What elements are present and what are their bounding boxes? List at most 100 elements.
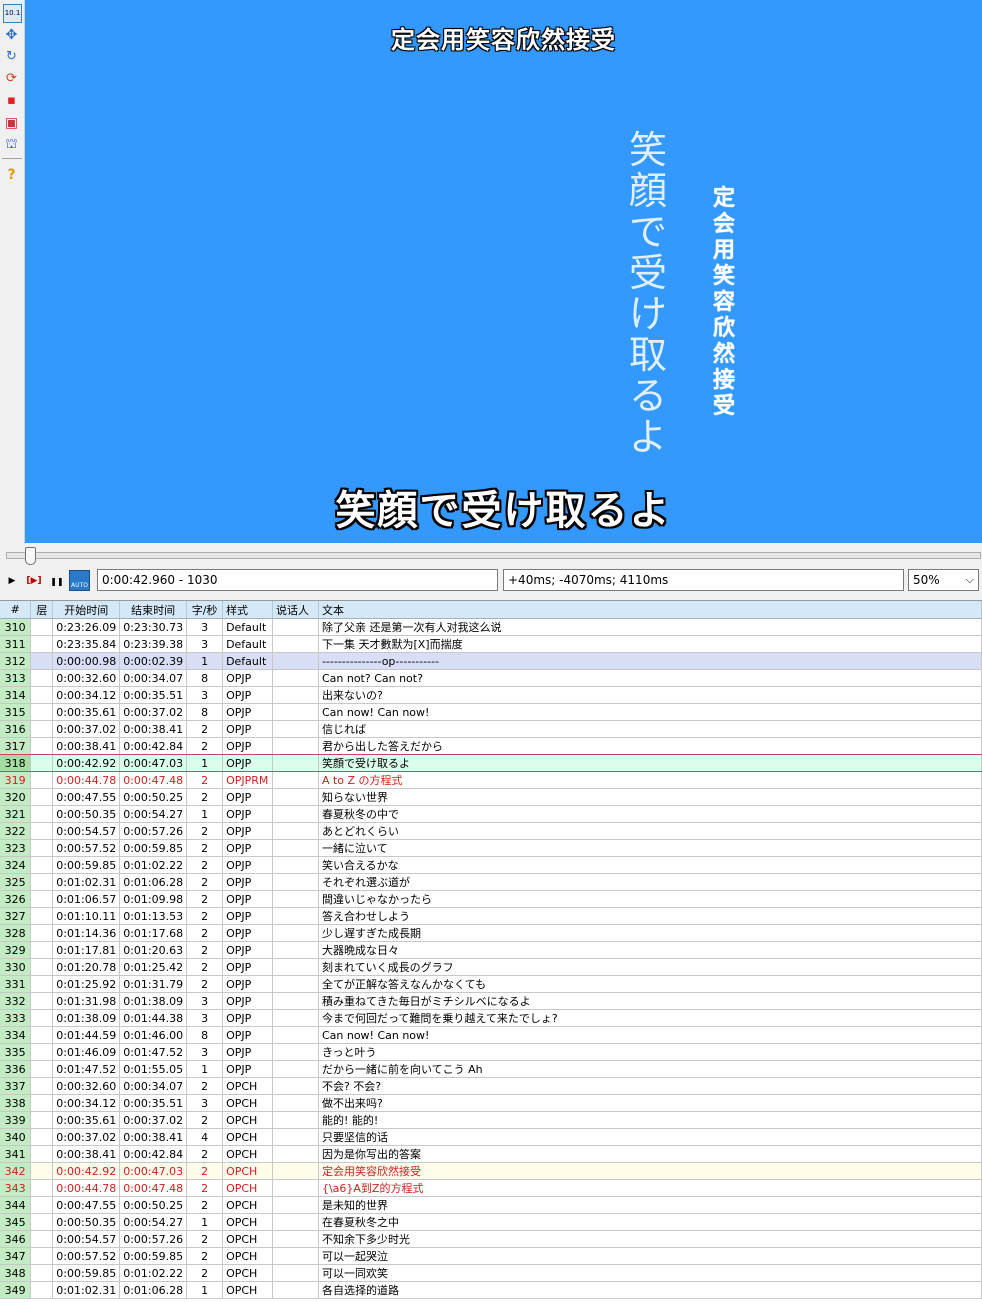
table-row[interactable]: 330 0:01:20.78 0:01:25.42 2 OPJP 刻まれていく成長のグラフ (0, 958, 982, 976)
standard-tool-icon[interactable]: 10.1 (3, 4, 22, 23)
table-row[interactable]: 326 0:01:06.57 0:01:09.98 2 OPJP 間違いじゃなかったら (0, 890, 982, 908)
rotate-z-icon[interactable]: ↻ (3, 48, 20, 65)
time-frame-field[interactable]: 0:00:42.960 - 1030 (97, 569, 498, 591)
table-row[interactable]: 348 0:00:59.85 0:01:02.22 2 OPCH 可以一同欢笑 (0, 1264, 982, 1282)
table-row[interactable]: 339 0:00:35.61 0:00:37.02 2 OPCH 能的! 能的! (0, 1111, 982, 1129)
cell-number: 325 (0, 873, 32, 891)
table-row[interactable]: 310 0:23:26.09 0:23:30.73 3 Default 除了父亲 还是第一… (0, 618, 982, 636)
table-row[interactable]: 322 0:00:54.57 0:00:57.26 2 OPJP あとどれくらい (0, 822, 982, 840)
table-row[interactable]: 318 0:00:42.92 0:00:47.03 1 OPJP 笑顔で受け取るよ (0, 754, 982, 772)
table-row[interactable]: 320 0:00:47.55 0:00:50.25 2 OPJP 知らない世界 (0, 788, 982, 806)
cell-layer (30, 1128, 54, 1146)
header-text[interactable]: 文本 (318, 601, 982, 619)
table-row[interactable]: 333 0:01:38.09 0:01:44.38 3 OPJP 今まで何回だって難問を乗… (0, 1009, 982, 1027)
time-offsets-field[interactable]: +40ms; -4070ms; 4110ms (503, 569, 904, 591)
cell-layer (30, 924, 54, 942)
vertical-cn-char: 容 (712, 289, 735, 315)
table-row[interactable]: 349 0:01:02.31 0:01:06.28 1 OPCH 各自选择的道路 (0, 1281, 982, 1299)
table-row[interactable]: 315 0:00:35.61 0:00:37.02 8 OPJP Can now! Can… (0, 703, 982, 721)
header-cps[interactable]: 字/秒 (186, 601, 224, 619)
seek-thumb[interactable] (25, 547, 37, 565)
table-row[interactable]: 311 0:23:35.84 0:23:39.38 3 Default 下一集 天才數默为… (0, 635, 982, 653)
cell-actor (272, 1264, 319, 1282)
table-row[interactable]: 345 0:00:50.35 0:00:54.27 1 OPCH 在春夏秋冬之中 (0, 1213, 982, 1231)
cell-text: A to Z の方程式 (318, 771, 982, 789)
table-row[interactable]: 337 0:00:32.60 0:00:34.07 2 OPCH 不会? 不会? (0, 1077, 982, 1095)
table-row[interactable]: 324 0:00:59.85 0:01:02.22 2 OPJP 笑い合えるかな (0, 856, 982, 874)
table-row[interactable]: 329 0:01:17.81 0:01:20.63 2 OPJP 大器晩成な日々 (0, 941, 982, 959)
auto-scroll-toggle[interactable]: AUTO (69, 570, 90, 591)
cell-style: OPCH (222, 1281, 274, 1299)
cell-layer (30, 1111, 54, 1129)
table-row[interactable]: 327 0:01:10.11 0:01:13.53 2 OPJP 答え合わせしよう (0, 907, 982, 925)
table-row[interactable]: 314 0:00:34.12 0:00:35.51 3 OPJP 出来ないの? (0, 686, 982, 704)
header-number[interactable]: # (0, 601, 32, 619)
help-icon[interactable]: ? (3, 166, 20, 183)
table-row[interactable]: 316 0:00:37.02 0:00:38.41 2 OPJP 信じれば (0, 720, 982, 738)
cell-start-time: 0:00:57.52 (52, 1247, 121, 1265)
cell-cps: 2 (186, 975, 224, 993)
cell-style: OPJP (222, 992, 274, 1010)
cell-cps: 2 (186, 1230, 224, 1248)
table-row[interactable]: 342 0:00:42.92 0:00:47.03 2 OPCH 定会用笑容欣然接受 (0, 1162, 982, 1180)
header-start-time[interactable]: 开始时间 (52, 601, 121, 619)
table-row[interactable]: 312 0:00:00.98 0:00:02.39 1 Default ---------… (0, 652, 982, 670)
video-preview[interactable]: 定会用笑容欣然接受 笑顔で受け取るよ 定会用笑容欣然接受 笑顔で受け取るよ (25, 0, 982, 543)
table-row[interactable]: 331 0:01:25.92 0:01:31.79 2 OPJP 全てが正解な答えなんかな… (0, 975, 982, 993)
table-row[interactable]: 317 0:00:38.41 0:00:42.84 2 OPJP 君から出した答えだから (0, 737, 982, 755)
cell-end-time: 0:00:47.48 (119, 771, 188, 789)
cell-start-time: 0:00:38.41 (52, 737, 121, 755)
table-row[interactable]: 343 0:00:44.78 0:00:47.48 2 OPCH {\a6}A到Z的方程式 (0, 1179, 982, 1197)
cell-style: Default (222, 652, 274, 670)
cell-start-time: 0:00:47.55 (52, 788, 121, 806)
cell-layer (30, 1196, 54, 1214)
cell-number: 312 (0, 652, 32, 670)
table-row[interactable]: 323 0:00:57.52 0:00:59.85 2 OPJP 一緒に泣いて (0, 839, 982, 857)
table-row[interactable]: 328 0:01:14.36 0:01:17.68 2 OPJP 少し遅すぎた成長期 (0, 924, 982, 942)
cell-text: 春夏秋冬の中で (318, 805, 982, 823)
header-style[interactable]: 样式 (222, 601, 274, 619)
cell-cps: 1 (186, 1213, 224, 1231)
cell-cps: 1 (186, 754, 224, 772)
cell-style: OPJP (222, 1060, 274, 1078)
table-row[interactable]: 338 0:00:34.12 0:00:35.51 3 OPCH 做不出来吗? (0, 1094, 982, 1112)
cell-layer (30, 703, 54, 721)
seek-bar[interactable] (0, 543, 982, 568)
table-row[interactable]: 313 0:00:32.60 0:00:34.07 8 OPJP Can not? Can… (0, 669, 982, 687)
pause-icon[interactable]: ❚❚ (50, 574, 64, 588)
play-icon[interactable]: ▶ (6, 574, 18, 588)
cell-cps: 3 (186, 1043, 224, 1061)
zoom-dropdown[interactable]: 50% ⌵ (908, 569, 979, 591)
cell-number: 313 (0, 669, 32, 687)
cell-text: {\a6}A到Z的方程式 (318, 1179, 982, 1197)
header-end-time[interactable]: 结束时间 (119, 601, 188, 619)
table-row[interactable]: 332 0:01:31.98 0:01:38.09 3 OPJP 積み重ねてきた毎日がミチ… (0, 992, 982, 1010)
scale-icon[interactable]: ▪ (3, 92, 20, 109)
clip-icon[interactable]: ▣ (3, 114, 20, 131)
vector-clip-icon[interactable]: ⛫ (3, 136, 20, 153)
cell-text: 全てが正解な答えなんかなくても (318, 975, 982, 993)
table-row[interactable]: 341 0:00:38.41 0:00:42.84 2 OPCH 因为是你写出的答案 (0, 1145, 982, 1163)
seek-track[interactable] (6, 552, 981, 559)
table-row[interactable]: 325 0:01:02.31 0:01:06.28 2 OPJP それぞれ選ぶ道が (0, 873, 982, 891)
table-row[interactable]: 334 0:01:44.59 0:01:46.00 8 OPJP Can now! Can… (0, 1026, 982, 1044)
table-row[interactable]: 344 0:00:47.55 0:00:50.25 2 OPCH 是未知的世界 (0, 1196, 982, 1214)
header-actor[interactable]: 说话人 (272, 601, 319, 619)
drag-move-icon[interactable]: ✥ (3, 26, 20, 43)
table-row[interactable]: 347 0:00:57.52 0:00:59.85 2 OPCH 可以一起哭泣 (0, 1247, 982, 1265)
table-row[interactable]: 346 0:00:54.57 0:00:57.26 2 OPCH 不知余下多少时光 (0, 1230, 982, 1248)
table-row[interactable]: 321 0:00:50.35 0:00:54.27 1 OPJP 春夏秋冬の中で (0, 805, 982, 823)
cell-start-time: 0:00:00.98 (52, 652, 121, 670)
header-layer[interactable]: 层 (30, 601, 54, 619)
subtitle-grid[interactable]: # 层 开始时间 结束时间 字/秒 样式 说话人 文本 310 0:23:26.0… (0, 600, 982, 1303)
table-row[interactable]: 340 0:00:37.02 0:00:38.41 4 OPCH 只要坚信的话 (0, 1128, 982, 1146)
rotate-xy-icon[interactable]: ⟳ (3, 70, 20, 87)
cell-start-time: 0:00:37.02 (52, 720, 121, 738)
table-row[interactable]: 335 0:01:46.09 0:01:47.52 3 OPJP きっと叶う (0, 1043, 982, 1061)
cell-layer (30, 992, 54, 1010)
table-row[interactable]: 336 0:01:47.52 0:01:55.05 1 OPJP だから一緒に前を向いてこ… (0, 1060, 982, 1078)
cell-start-time: 0:00:34.12 (52, 686, 121, 704)
play-line-icon[interactable]: [▶] (24, 574, 44, 588)
table-row[interactable]: 319 0:00:44.78 0:00:47.48 2 OPJPRM A to Z の方程… (0, 771, 982, 789)
cell-cps: 1 (186, 652, 224, 670)
